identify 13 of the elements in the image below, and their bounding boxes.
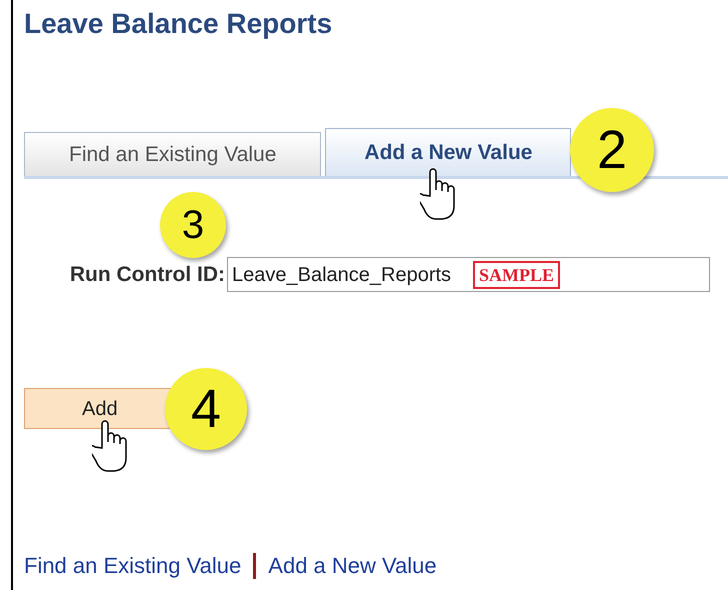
callout-badge: 3 bbox=[160, 192, 226, 258]
tab[interactable]: Add a New Value bbox=[325, 128, 572, 176]
hand-cursor-icon bbox=[420, 166, 458, 222]
callout-badge: 2 bbox=[570, 108, 654, 192]
run-control-id-field[interactable]: Leave_Balance_Reports SAMPLE bbox=[227, 257, 710, 292]
hand-cursor-icon bbox=[92, 418, 130, 474]
callout-badge: 4 bbox=[165, 368, 247, 450]
footer-link[interactable]: Add a New Value bbox=[268, 549, 437, 582]
tab[interactable]: Find an Existing Value bbox=[24, 132, 322, 176]
field-label: Run Control ID: bbox=[68, 262, 225, 288]
sample-stamp: SAMPLE bbox=[473, 260, 560, 288]
footer-link[interactable]: Find an Existing Value bbox=[24, 549, 242, 582]
page-title: Leave Balance Reports bbox=[24, 7, 334, 41]
